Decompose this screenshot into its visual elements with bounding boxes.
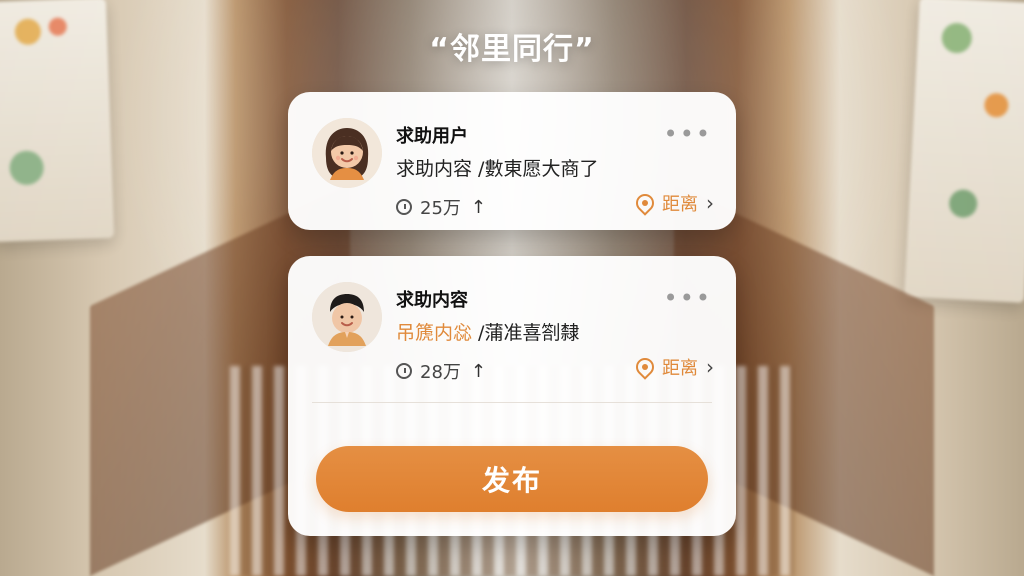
avatar[interactable]: [312, 282, 382, 352]
location-heart-icon: [632, 354, 658, 380]
meta-value: 28万: [420, 362, 461, 383]
help-request-row: 求助内容 吊篪内惢 /蒲准喜劄隸 28万 ↑ ••• 距离 ›: [288, 256, 736, 394]
poster-decoration: [983, 92, 1009, 118]
help-request-card[interactable]: 求助用户 求助内容 /數東愿大商了 25万 ↑ ••• 距离 ›: [288, 92, 736, 230]
help-content: 求助内容 /數東愿大商了: [396, 154, 598, 181]
more-dots-icon[interactable]: •••: [664, 286, 712, 310]
help-meta: 28万 ↑: [396, 358, 486, 384]
help-request-row: 求助用户 求助内容 /數東愿大商了 25万 ↑ ••• 距离 ›: [288, 92, 736, 230]
card-title: 求助内容: [396, 290, 468, 311]
location-heart-icon: [632, 190, 658, 216]
distance-link[interactable]: 距离 ›: [632, 190, 714, 216]
publish-button[interactable]: 发布: [316, 446, 708, 512]
clock-icon: [396, 199, 412, 215]
page-title: “邻里同行”: [429, 32, 595, 67]
help-content: 吊篪内惢 /蒲准喜劄隸: [396, 318, 579, 345]
more-dots-icon[interactable]: •••: [664, 122, 712, 146]
avatar[interactable]: [312, 118, 382, 188]
help-content-text: 求助内容 /數東愿大商了: [396, 158, 599, 180]
distance-label: 距离: [662, 194, 698, 215]
clock-icon: [396, 363, 412, 379]
poster-decoration: [948, 188, 978, 219]
divider: [312, 402, 712, 403]
chevron-right-icon: ›: [706, 191, 714, 215]
up-arrow-icon: ↑: [470, 360, 486, 382]
help-meta: 25万 ↑: [396, 194, 486, 220]
poster-decoration: [9, 150, 45, 186]
meta-value: 25万: [420, 198, 461, 219]
avatar-man-icon: [312, 282, 382, 352]
distance-label: 距离: [662, 358, 698, 379]
card-title: 求助用户: [396, 126, 468, 147]
up-arrow-icon: ↑: [470, 196, 486, 218]
avatar-woman-icon: [312, 118, 382, 188]
chevron-right-icon: ›: [706, 355, 714, 379]
help-content-accent: 吊篪内惢: [396, 322, 473, 344]
help-request-card-with-publish[interactable]: 求助内容 吊篪内惢 /蒲准喜劄隸 28万 ↑ ••• 距离 › 发布: [288, 256, 736, 536]
help-content-text: /蒲准喜劄隸: [472, 322, 580, 344]
distance-link[interactable]: 距离 ›: [632, 354, 714, 380]
